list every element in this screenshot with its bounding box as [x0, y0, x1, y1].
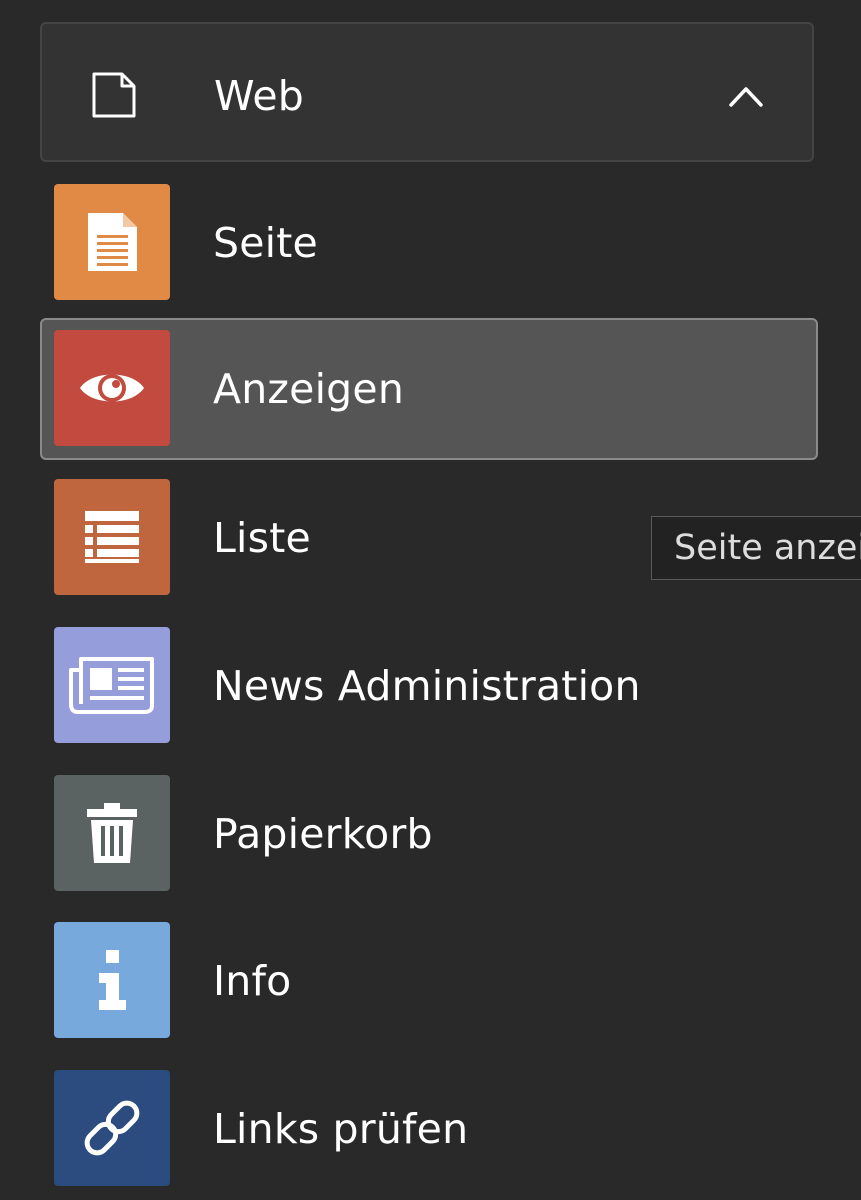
menu-item-icon-box: [54, 479, 170, 595]
menu-item-anzeigen[interactable]: Anzeigen: [40, 318, 818, 460]
menu-item-papierkorb[interactable]: Papierkorb: [40, 763, 818, 905]
menu-item-label: Links prüfen: [213, 1105, 469, 1153]
menu-item-icon-box: [54, 775, 170, 891]
menu-item-label: News Administration: [213, 662, 641, 710]
trash-icon: [87, 803, 137, 863]
menu-item-label: Liste: [213, 514, 311, 562]
document-icon: [88, 213, 137, 271]
menu-item-news-administration[interactable]: News Administration: [40, 615, 818, 757]
menu-item-icon-box: [54, 627, 170, 743]
page-icon: [92, 72, 136, 118]
menu-item-links-pruefen[interactable]: Links prüfen: [40, 1058, 818, 1200]
list-icon: [85, 511, 139, 563]
link-icon: [84, 1100, 140, 1156]
menu-item-seite[interactable]: Seite: [40, 172, 818, 314]
chevron-up-icon[interactable]: [728, 84, 764, 108]
newspaper-icon: [69, 657, 154, 714]
info-icon: [99, 950, 126, 1010]
menu-item-label: Anzeigen: [213, 365, 405, 413]
tooltip: Seite anzeigen: [651, 516, 861, 580]
menu-item-label: Info: [213, 957, 292, 1005]
menu-item-info[interactable]: Info: [40, 910, 818, 1052]
menu-item-icon-box: [54, 922, 170, 1038]
menu-item-label: Papierkorb: [213, 810, 433, 858]
eye-icon: [80, 374, 144, 402]
menu-item-icon-box: [54, 330, 170, 446]
menu-item-icon-box: [54, 1070, 170, 1186]
module-menu: Web Seite Anzeigen Liste News Administra…: [0, 0, 861, 1200]
menu-item-label: Seite: [213, 219, 318, 267]
web-group-header[interactable]: Web: [40, 22, 814, 162]
menu-item-icon-box: [54, 184, 170, 300]
web-group-label: Web: [214, 72, 304, 120]
